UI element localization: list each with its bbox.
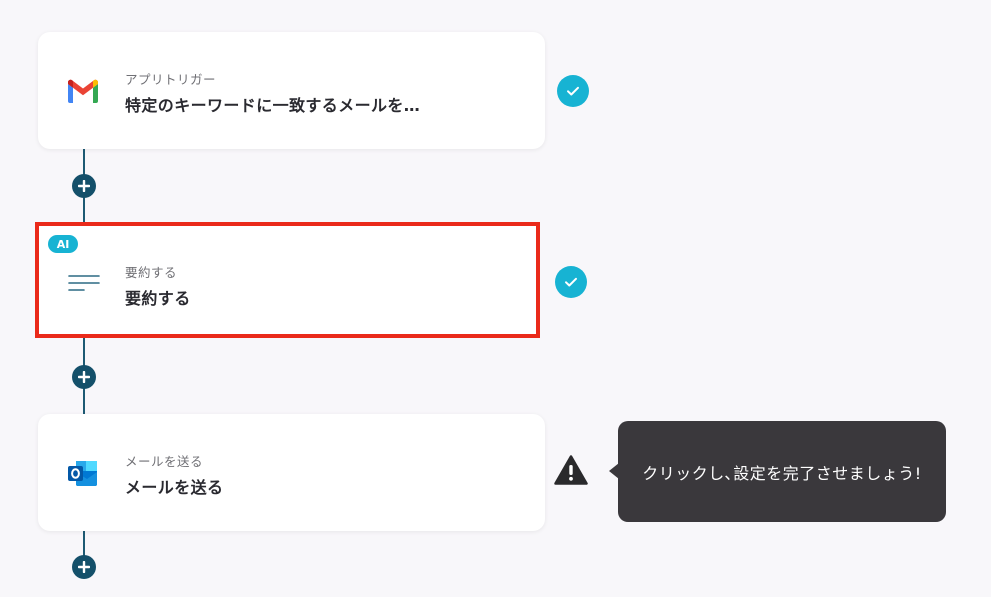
step-complete-check-icon [557, 75, 589, 107]
tooltip-text: クリックし､設定を完了させましょう! [642, 463, 922, 483]
warning-icon[interactable] [554, 454, 588, 486]
step-title: 要約する [125, 289, 191, 308]
gmail-icon [68, 79, 98, 103]
setup-hint-tooltip: クリックし､設定を完了させましょう! [618, 421, 946, 522]
step-title: 特定のキーワードに一致するメールを… [125, 96, 421, 115]
add-step-button[interactable] [72, 365, 96, 389]
step-card-send-mail[interactable]: メールを送る メールを送る [38, 414, 545, 531]
plus-icon [78, 180, 90, 192]
step-card-summarize[interactable]: AI 要約する 要約する [35, 222, 540, 338]
plus-icon [78, 371, 90, 383]
ai-badge: AI [48, 235, 78, 253]
step-subtitle: メールを送る [125, 454, 204, 469]
step-title: メールを送る [125, 478, 224, 497]
step-complete-check-icon [555, 266, 587, 298]
summary-lines-icon [68, 275, 100, 291]
outlook-icon [68, 461, 97, 486]
plus-icon [78, 561, 90, 573]
step-subtitle: アプリトリガー [125, 72, 217, 87]
add-step-button[interactable] [72, 555, 96, 579]
step-subtitle: 要約する [125, 265, 178, 280]
step-card-trigger[interactable]: アプリトリガー 特定のキーワードに一致するメールを… [38, 32, 545, 149]
add-step-button[interactable] [72, 174, 96, 198]
